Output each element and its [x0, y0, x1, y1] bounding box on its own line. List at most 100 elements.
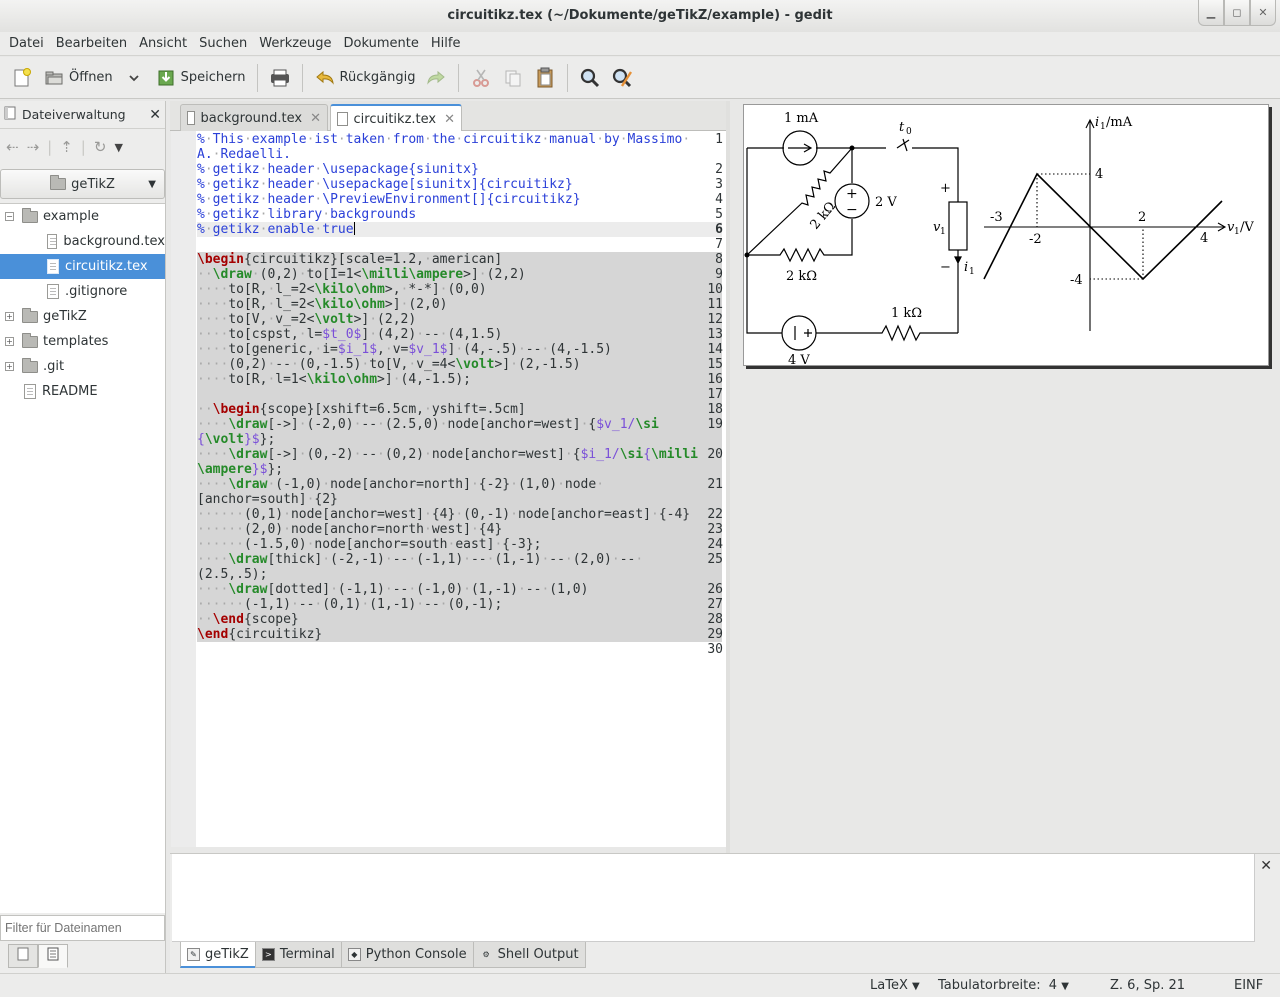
back-icon[interactable]: ⇠	[6, 138, 19, 156]
line-number: 5	[715, 207, 723, 222]
code-line: ····to[generic,·i=$i_1$,·v=$v_1$]·(4,-.5…	[197, 342, 612, 357]
terminal-icon: >	[261, 948, 275, 961]
new-document-button[interactable]	[6, 62, 38, 94]
expand-icon[interactable]: +	[5, 362, 14, 371]
cut-button[interactable]	[465, 62, 497, 94]
replace-button[interactable]	[606, 62, 638, 94]
preview-canvas: 1 mA 2 V + − 2 kΩ 2 kΩ t 0 + − v 1 i 1 1…	[743, 104, 1269, 368]
language-selector[interactable]: LaTeX ▼	[870, 978, 920, 993]
menu-datei[interactable]: Datei	[3, 32, 50, 55]
tab-label: Terminal	[279, 947, 335, 962]
code-editor[interactable]: %·This·example·ist·taken·from·the·circui…	[171, 131, 726, 847]
language-label: LaTeX	[870, 978, 908, 993]
menu-hilfe[interactable]: Hilfe	[425, 32, 467, 55]
tab-background-tex[interactable]: background.tex ✕	[180, 104, 328, 131]
menu-werkzeuge[interactable]: Werkzeuge	[253, 32, 337, 55]
menu-ansicht[interactable]: Ansicht	[133, 32, 193, 55]
tab-terminal[interactable]: > Terminal	[254, 942, 342, 968]
label-generic-i: i	[964, 260, 968, 275]
line-number: 25	[707, 552, 723, 567]
tab-width-selector[interactable]: Tabulatorbreite: 4 ▼	[938, 978, 1069, 993]
code-line: ······(-1,1)·--·(0,1)·(1,-1)·--·(0,-1);	[197, 597, 503, 612]
tick-label-x-4: 4	[1200, 231, 1208, 246]
tab-getikz[interactable]: ✎ geTikZ	[180, 942, 256, 968]
tree-item-git[interactable]: + .git	[0, 354, 165, 379]
menu-suchen[interactable]: Suchen	[193, 32, 253, 55]
folder-icon	[22, 332, 38, 348]
code-line: ····to[R,·l=1<\kilo\ohm>]·(4,-1.5);	[197, 372, 471, 387]
tree-item-example[interactable]: − example	[0, 204, 165, 229]
text-cursor	[353, 222, 355, 235]
line-number: 23	[707, 522, 723, 537]
search-button[interactable]	[574, 62, 606, 94]
label-x-axis-unit: /V	[1240, 220, 1254, 235]
menu-bearbeiten[interactable]: Bearbeiten	[50, 32, 133, 55]
tree-item-background-tex[interactable]: background.tex	[0, 229, 165, 254]
open-label: Öffnen	[69, 70, 113, 85]
location-combo[interactable]: geTikZ ▼	[0, 169, 165, 199]
expand-icon[interactable]: +	[5, 337, 14, 346]
forward-icon[interactable]: ⇢	[27, 138, 40, 156]
code-line: \ampere}$};	[197, 462, 284, 477]
chevron-down-icon[interactable]: ▼	[114, 141, 122, 154]
menu-dokumente[interactable]: Dokumente	[338, 32, 425, 55]
close-window-button[interactable]: ✕	[1250, 0, 1276, 26]
copy-button[interactable]	[497, 62, 529, 94]
label-resistor-diagonal: 2 kΩ	[808, 199, 839, 232]
line-number: 22	[707, 507, 723, 522]
tree-item-templates[interactable]: + templates	[0, 329, 165, 354]
undo-button[interactable]: Rückgängig	[309, 62, 421, 94]
redo-button[interactable]	[420, 62, 452, 94]
collapse-icon[interactable]: −	[5, 212, 14, 221]
tab-shell-output[interactable]: ⚙ Shell Output	[472, 942, 586, 968]
statusbar: LaTeX ▼ Tabulatorbreite: 4 ▼ Z. 6, Sp. 2…	[0, 973, 1280, 997]
open-recent-dropdown[interactable]	[118, 62, 150, 94]
line-number: 12	[707, 312, 723, 327]
side-tab-documents[interactable]	[8, 944, 38, 968]
maximize-button[interactable]: ◻	[1224, 0, 1250, 26]
file-browser-sidebar: Dateiverwaltung ✕ ⇠ ⇢ | ⇡ | ↻ ▼ geTikZ ▼…	[0, 101, 166, 973]
print-button[interactable]	[264, 62, 296, 94]
code-line: (2.5,.5);	[197, 567, 268, 582]
line-number: 11	[707, 297, 723, 312]
tree-item-label: geTikZ	[43, 309, 87, 324]
sidebar-close-button[interactable]: ✕	[149, 107, 161, 123]
circuit-diagram: 1 mA 2 V + − 2 kΩ 2 kΩ t 0 + − v 1 i 1 1…	[744, 111, 1254, 368]
tab-label: circuitikz.tex	[353, 111, 437, 127]
close-panel-icon[interactable]: ✕	[1260, 858, 1272, 874]
tab-python-console[interactable]: ◆ Python Console	[340, 942, 474, 968]
line-number: 1	[715, 132, 723, 147]
undo-label: Rückgängig	[339, 70, 416, 85]
open-button[interactable]: Öffnen	[38, 62, 118, 94]
parent-folder-icon[interactable]: ⇡	[60, 138, 73, 156]
minimize-button[interactable]: ▁	[1198, 0, 1224, 26]
tree-item-readme[interactable]: README	[0, 379, 165, 404]
line-number: 7	[715, 237, 723, 252]
tick-label-4: 4	[1095, 167, 1103, 182]
paste-button[interactable]	[529, 62, 561, 94]
tree-item-label: circuitikz.tex	[65, 259, 148, 274]
code-line: {\volt}$};	[197, 432, 276, 447]
nav-separator: |	[47, 138, 53, 156]
close-tab-icon[interactable]: ✕	[310, 111, 321, 126]
bottom-panel: ✕ ✎ geTikZ > Terminal ◆ Python Console ⚙…	[170, 853, 1280, 973]
tikz-preview-pane: 1 mA 2 V + − 2 kΩ 2 kΩ t 0 + − v 1 i 1 1…	[730, 101, 1280, 853]
code-line: ····to[V,·v_=2<\volt>]·(2,2)	[197, 312, 417, 327]
save-button[interactable]: Speichern	[150, 62, 251, 94]
expand-icon[interactable]: +	[5, 312, 14, 321]
filename-filter-input[interactable]	[0, 915, 165, 941]
side-tab-file-browser[interactable]	[38, 944, 68, 968]
code-line: ····to[cspst,·l=$t_0$]·(4,2)·--·(4,1.5)	[197, 327, 503, 342]
tab-circuitikz-tex[interactable]: circuitikz.tex ✕	[330, 104, 462, 132]
folder-icon	[50, 175, 67, 190]
tree-item-gitignore[interactable]: .gitignore	[0, 279, 165, 304]
label-y-axis-sub: 1	[1100, 122, 1106, 132]
tree-item-getikz[interactable]: + geTikZ	[0, 304, 165, 329]
code-line: A.·Redaelli.	[197, 147, 291, 162]
code-line: %·getikz·header·\usepackage{siunitx}	[197, 162, 479, 177]
close-tab-icon[interactable]: ✕	[444, 112, 455, 127]
tree-item-circuitikz-tex[interactable]: circuitikz.tex	[0, 254, 165, 279]
open-folder-icon	[43, 67, 65, 89]
refresh-icon[interactable]: ↻	[94, 138, 107, 156]
tab-label: geTikZ	[205, 946, 249, 962]
